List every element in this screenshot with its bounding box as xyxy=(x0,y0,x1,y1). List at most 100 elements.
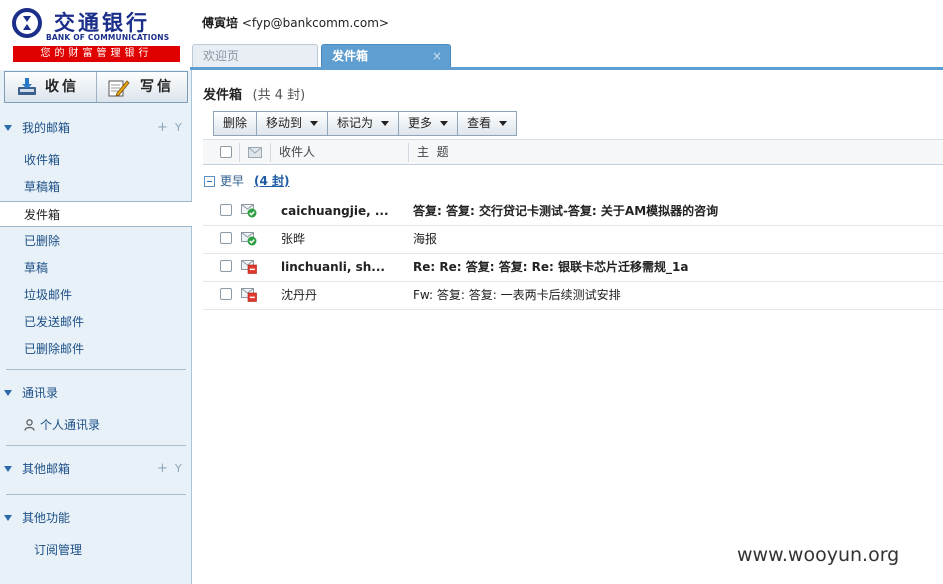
add-folder-icon[interactable]: + xyxy=(157,116,168,140)
contacts-title: 通讯录 xyxy=(22,386,59,400)
envelope-icon xyxy=(248,147,262,158)
row-checkbox[interactable] xyxy=(220,232,232,244)
receive-mail-button[interactable]: 收信 xyxy=(5,72,97,102)
tab-bar: 欢迎页 发件箱 × xyxy=(190,44,943,68)
collapse-arrow-icon xyxy=(4,125,12,131)
chevron-down-icon xyxy=(381,121,390,126)
tab-welcome[interactable]: 欢迎页 xyxy=(192,44,318,68)
inbox-download-icon xyxy=(18,78,36,95)
bank-slogan: 您的财富管理银行 xyxy=(13,46,180,62)
message-recipient: linchuanli, sh... xyxy=(281,260,385,274)
sidebar-item-personal-contacts[interactable]: 个人通讯录 xyxy=(0,413,191,437)
filter-icon[interactable]: Y xyxy=(175,116,182,140)
row-checkbox[interactable] xyxy=(220,288,232,300)
person-icon xyxy=(24,419,35,431)
compose-mail-label: 写信 xyxy=(140,79,174,95)
sent-ok-icon xyxy=(241,232,257,246)
more-button-label: 更多 xyxy=(408,116,433,130)
message-list-header: 收件人 主 题 xyxy=(203,139,943,165)
collapse-arrow-icon xyxy=(4,390,12,396)
column-separator xyxy=(408,143,409,162)
message-recipient: 张晔 xyxy=(281,232,306,246)
row-checkbox[interactable] xyxy=(220,204,232,216)
sidebar-item-deleted-items[interactable]: 已删除邮件 xyxy=(0,336,191,362)
send-failed-icon xyxy=(241,288,257,302)
filter-icon[interactable]: Y xyxy=(175,457,182,481)
other-functions-section-header[interactable]: 其他功能 xyxy=(0,506,191,530)
sidebar-item-drafts-box[interactable]: 草稿箱 xyxy=(0,174,191,200)
receive-mail-label: 收信 xyxy=(45,79,79,95)
compose-mail-button[interactable]: 写信 xyxy=(98,72,188,102)
list-item[interactable]: 张晔 海报 xyxy=(203,226,943,254)
tab-outbox-label: 发件箱 xyxy=(332,49,369,63)
sidebar-item-label: 已删除 xyxy=(24,234,61,248)
sidebar-item-sent-items[interactable]: 已发送邮件 xyxy=(0,309,191,335)
mail-action-bar: 收信 写信 xyxy=(4,71,188,103)
compose-pencil-icon xyxy=(108,80,130,97)
chevron-down-icon xyxy=(499,121,508,126)
sidebar-item-label: 个人通讯录 xyxy=(40,418,101,432)
message-subject: 答复: 答复: 交行贷记卡测试-答复: 关于AM模拟器的咨询 xyxy=(413,204,719,218)
other-functions-title: 其他功能 xyxy=(22,511,71,525)
move-to-button-label: 移动到 xyxy=(266,116,303,130)
sidebar-item-label: 发件箱 xyxy=(24,208,61,222)
sidebar-item-label: 草稿箱 xyxy=(24,180,61,194)
sidebar-item-deleted[interactable]: 已删除 xyxy=(0,228,191,254)
my-mailbox-section-header[interactable]: 我的邮箱 + Y xyxy=(0,116,191,140)
delete-button[interactable]: 删除 xyxy=(213,111,258,136)
chevron-down-icon xyxy=(440,121,449,126)
column-separator xyxy=(270,143,271,162)
sidebar-item-label: 垃圾邮件 xyxy=(24,288,73,302)
column-header-recipient[interactable]: 收件人 xyxy=(279,140,315,165)
tab-outbox[interactable]: 发件箱 × xyxy=(321,44,451,68)
column-header-subject[interactable]: 主 题 xyxy=(417,140,449,165)
send-failed-icon xyxy=(241,260,257,274)
message-recipient: caichuangjie, ... xyxy=(281,204,389,218)
move-to-button[interactable]: 移动到 xyxy=(256,111,329,136)
collapse-arrow-icon xyxy=(4,466,12,472)
other-mailboxes-title: 其他邮箱 xyxy=(22,462,71,476)
sidebar-item-label: 已删除邮件 xyxy=(24,342,85,356)
sent-ok-icon xyxy=(241,204,257,218)
sidebar-item-subscription-management[interactable]: 订阅管理 xyxy=(0,538,191,562)
other-mailboxes-section-header[interactable]: 其他邮箱 + Y xyxy=(0,457,191,481)
list-item[interactable]: caichuangjie, ... 答复: 答复: 交行贷记卡测试-答复: 关于… xyxy=(203,198,943,226)
user-name: 傅寅培 xyxy=(202,16,239,30)
main-panel: 发件箱 (共 4 封) 删除 移动到 标记为 更多 查看 收件人 主 题 更早 xyxy=(192,70,943,584)
bank-name-en: BANK OF COMMUNICATIONS xyxy=(46,33,170,42)
column-separator xyxy=(239,143,240,162)
view-button-label: 查看 xyxy=(467,116,492,130)
sidebar-divider xyxy=(6,445,186,446)
view-button[interactable]: 查看 xyxy=(457,111,518,136)
my-mailbox-title: 我的邮箱 xyxy=(22,121,71,135)
sidebar-item-label: 已发送邮件 xyxy=(24,315,85,329)
message-recipient: 沈丹丹 xyxy=(281,288,318,302)
list-item[interactable]: linchuanli, sh... Re: Re: 答复: 答复: Re: 银联… xyxy=(203,254,943,282)
group-label: 更早 xyxy=(220,174,245,188)
user-email: <fyp@bankcomm.com> xyxy=(241,16,389,30)
group-count-link[interactable]: (4 封) xyxy=(254,171,290,191)
sidebar-item-drafts[interactable]: 草稿 xyxy=(0,255,191,281)
sidebar-item-junk[interactable]: 垃圾邮件 xyxy=(0,282,191,308)
bank-logo: 交通银行 BANK OF COMMUNICATIONS 您的财富管理银行 xyxy=(10,6,185,64)
sidebar-item-label: 草稿 xyxy=(24,261,49,275)
chevron-down-icon xyxy=(310,121,319,126)
sidebar-item-inbox[interactable]: 收件箱 xyxy=(0,147,191,173)
close-icon[interactable]: × xyxy=(432,45,442,68)
sidebar: 收信 写信 我的邮箱 + Y 收件箱 草稿箱 发件箱 已删除 草稿 垃圾邮件 已… xyxy=(0,70,192,584)
mail-app: 交通银行 BANK OF COMMUNICATIONS 您的财富管理银行 傅寅培… xyxy=(0,0,943,584)
tab-welcome-label: 欢迎页 xyxy=(203,49,240,63)
collapse-group-icon[interactable] xyxy=(204,176,215,187)
select-all-checkbox[interactable] xyxy=(220,146,232,158)
more-button[interactable]: 更多 xyxy=(398,111,459,136)
sidebar-item-outbox[interactable]: 发件箱 xyxy=(0,201,192,227)
row-checkbox[interactable] xyxy=(220,260,232,272)
message-subject: Re: Re: 答复: 答复: Re: 银联卡芯片迁移需规_1a xyxy=(413,260,689,274)
contacts-section-header[interactable]: 通讯录 xyxy=(0,381,191,405)
message-subject: Fw: 答复: 答复: 一表两卡后续测试安排 xyxy=(413,288,621,302)
mark-as-button[interactable]: 标记为 xyxy=(327,111,400,136)
folder-title: 发件箱 (共 4 封) xyxy=(203,84,305,103)
sidebar-item-label: 收件箱 xyxy=(24,153,61,167)
add-mailbox-icon[interactable]: + xyxy=(157,457,168,481)
list-item[interactable]: 沈丹丹 Fw: 答复: 答复: 一表两卡后续测试安排 xyxy=(203,282,943,310)
